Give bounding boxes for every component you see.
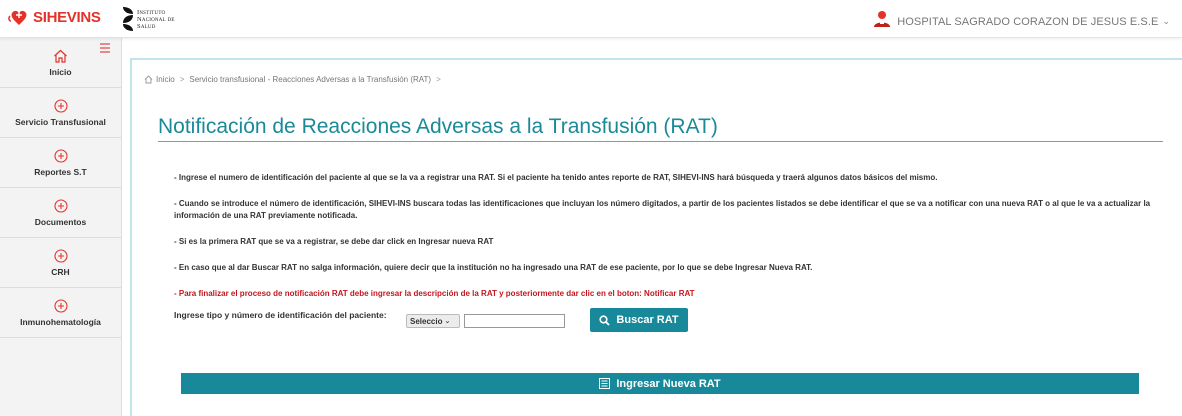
buscar-rat-button[interactable]: Buscar RAT xyxy=(590,308,688,332)
ins-logo: Instituto Nacional de Salud xyxy=(122,5,175,33)
sidebar-item-label: Inicio xyxy=(49,66,72,77)
id-type-selected: Seleccio xyxy=(410,316,443,326)
breadcrumb-home[interactable]: Inicio xyxy=(156,75,175,84)
sidebar-item-label: CRH xyxy=(51,266,70,277)
sidebar-item-servicio-transfusional[interactable]: Servicio Transfusional xyxy=(0,88,121,138)
home-icon xyxy=(53,49,68,64)
warning-text: - Para finalizar el proceso de notificac… xyxy=(174,289,695,298)
instruction-text: - En caso que al dar Buscar RAT no salga… xyxy=(174,263,813,272)
plus-circle-icon xyxy=(53,249,68,264)
id-type-select[interactable]: Seleccio ⌄ xyxy=(406,314,460,328)
id-number-input[interactable] xyxy=(464,314,565,328)
home-icon[interactable] xyxy=(144,75,153,84)
ingresar-nueva-rat-label: Ingresar Nueva RAT xyxy=(616,377,721,390)
instructions-block: - Ingrese el numero de identificación de… xyxy=(174,172,1164,314)
buscar-rat-label: Buscar RAT xyxy=(616,314,679,326)
brand-logo[interactable]: SIHEVINS xyxy=(8,9,101,26)
page-title: Notificación de Reacciones Adversas a la… xyxy=(158,115,718,138)
sidebar-item-label: Reportes S.T xyxy=(34,166,87,177)
hospital-name: HOSPITAL SAGRADO CORAZON DE JESUS E.S.E xyxy=(897,15,1159,28)
plus-circle-icon xyxy=(53,199,68,214)
ins-emblem-icon xyxy=(123,7,133,31)
search-form: Ingrese tipo y número de identificación … xyxy=(174,308,688,332)
sidebar-item-documentos[interactable]: Documentos xyxy=(0,188,121,238)
hospital-menu[interactable]: HOSPITAL SAGRADO CORAZON DE JESUS E.S.E … xyxy=(873,10,1170,33)
ins-line-2: Nacional de xyxy=(137,15,175,23)
plus-circle-icon xyxy=(53,149,68,164)
ins-line-1: Instituto xyxy=(137,8,166,16)
breadcrumb-current[interactable]: Servicio transfusional - Reacciones Adve… xyxy=(189,75,431,84)
instruction-text: - Cuando se introduce el número de ident… xyxy=(174,199,1151,220)
sidebar-item-label: Servicio Transfusional xyxy=(15,116,106,127)
brand-name: SIHEVINS xyxy=(33,9,101,26)
plus-circle-icon xyxy=(53,99,68,114)
heart-drop-icon xyxy=(8,10,30,26)
sidebar-item-reportes-st[interactable]: Reportes S.T xyxy=(0,138,121,188)
breadcrumb: Inicio > Servicio transfusional - Reacci… xyxy=(144,75,446,84)
sidebar-item-label: Inmunohematología xyxy=(20,316,101,327)
sidebar-item-label: Documentos xyxy=(34,216,87,227)
breadcrumb-separator: > xyxy=(179,75,185,84)
breadcrumb-separator: > xyxy=(436,75,441,84)
sidebar-item-inmunohematologia[interactable]: Inmunohematología xyxy=(0,288,121,338)
search-icon xyxy=(599,314,611,326)
main-content: Inicio > Servicio transfusional - Reacci… xyxy=(130,58,1182,416)
ingresar-nueva-rat-button[interactable]: Ingresar Nueva RAT xyxy=(181,373,1139,394)
top-bar: SIHEVINS Instituto Nacional de Salud HOS… xyxy=(0,0,1182,38)
plus-circle-icon xyxy=(53,299,68,314)
sidebar: Inicio Servicio Transfusional Reportes S… xyxy=(0,38,122,416)
chevron-down-icon: ⌄ xyxy=(1162,16,1170,26)
chevron-down-icon: ⌄ xyxy=(444,318,451,325)
search-label: Ingrese tipo y número de identificación … xyxy=(174,310,387,320)
list-document-icon xyxy=(599,378,611,389)
instruction-text: - Si es la primera RAT que se va a regis… xyxy=(174,237,494,246)
user-avatar-icon xyxy=(873,10,891,33)
ins-line-3: Salud xyxy=(137,22,156,30)
hamburger-menu-icon[interactable] xyxy=(100,43,110,55)
sidebar-item-crh[interactable]: CRH xyxy=(0,238,121,288)
title-divider xyxy=(158,141,1163,142)
instruction-text: - Ingrese el numero de identificación de… xyxy=(174,173,938,182)
